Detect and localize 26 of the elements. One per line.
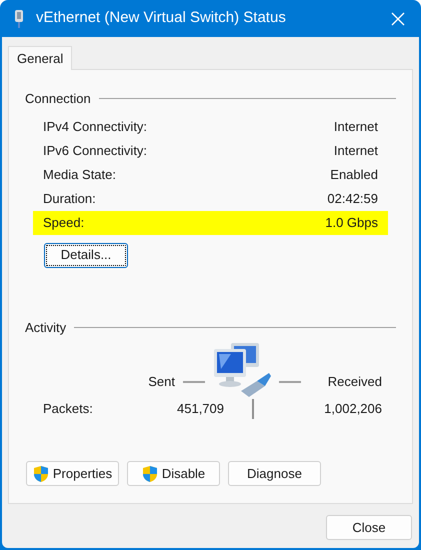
info-value: 1.0 Gbps bbox=[325, 214, 378, 232]
info-value: 02:42:59 bbox=[327, 190, 378, 208]
tab[interactable]: General bbox=[8, 46, 72, 70]
details-button[interactable]: Details... bbox=[44, 242, 128, 268]
info-label: IPv4 Connectivity: bbox=[43, 118, 148, 136]
received-label: Received bbox=[328, 373, 382, 392]
action-button[interactable]: Properties bbox=[26, 461, 119, 486]
action-button[interactable]: Diagnose bbox=[228, 461, 321, 486]
close-icon[interactable] bbox=[391, 12, 405, 26]
close-button[interactable]: Close bbox=[326, 515, 412, 540]
packets-label: Packets: bbox=[43, 400, 93, 418]
sent-label: Sent bbox=[148, 373, 175, 392]
group-label: Connection bbox=[25, 90, 91, 108]
info-label: Media State: bbox=[43, 166, 116, 184]
action-button[interactable]: Disable bbox=[127, 461, 220, 486]
packets-received: 1,002,206 bbox=[323, 400, 382, 418]
group-label: Activity bbox=[25, 318, 66, 337]
window-title: vEthernet (New Virtual Switch) Status bbox=[36, 8, 286, 28]
network-adapter-icon bbox=[14, 8, 24, 28]
info-value: Internet bbox=[334, 118, 378, 136]
packets-sent: 451,709 bbox=[176, 400, 224, 418]
info-value: Internet bbox=[334, 142, 378, 160]
info-label: Duration: bbox=[43, 190, 96, 208]
info-value: Enabled bbox=[330, 166, 378, 184]
info-label: Speed: bbox=[43, 214, 84, 232]
info-label: IPv6 Connectivity: bbox=[43, 142, 148, 160]
